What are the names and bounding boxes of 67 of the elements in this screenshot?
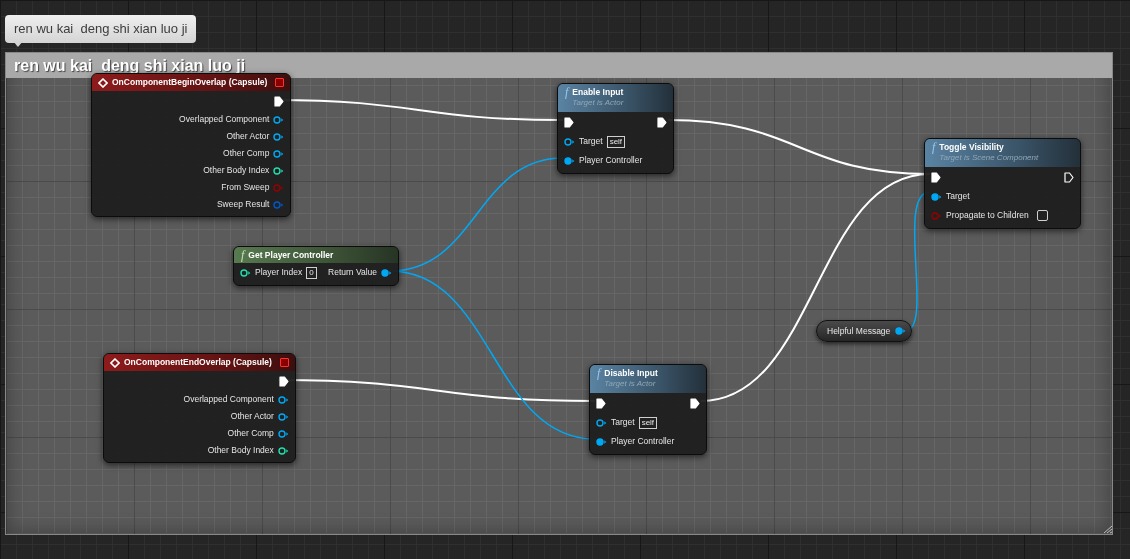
exec-pin-icon[interactable] (690, 397, 700, 409)
exec-pin-icon[interactable] (278, 375, 289, 387)
function-icon: f (597, 367, 601, 380)
exec-pin-icon[interactable] (657, 116, 667, 128)
pin-icon[interactable] (277, 395, 289, 404)
pin-label: Other Comp (227, 427, 274, 440)
pin-label: Overlapped Component (179, 113, 270, 126)
node-title: OnComponentBeginOverlap (Capsule) (112, 76, 268, 89)
function-icon: f (565, 86, 569, 99)
exec-pin-icon[interactable] (1064, 171, 1074, 183)
node-title: Toggle Visibility (939, 141, 1005, 153)
pin-label: Other Comp (223, 147, 270, 160)
pin-icon[interactable] (596, 437, 607, 446)
blueprint-node[interactable]: OnComponentEndOverlap (Capsule) Overlapped Component Other Actor Other Comp Other Body Index (103, 353, 296, 463)
pin-label: Target (946, 190, 970, 203)
pin-label: Other Body Index (207, 444, 274, 457)
pin-label: From Sweep (221, 181, 270, 194)
pin-icon[interactable] (564, 137, 575, 146)
pin-icon[interactable] (277, 429, 289, 438)
pin-icon[interactable] (273, 115, 285, 124)
pin-label: Other Body Index (203, 164, 270, 177)
pin-icon[interactable] (564, 156, 575, 165)
default-value-field[interactable]: self (638, 416, 658, 429)
pin-icon[interactable] (277, 446, 289, 455)
pin-label: Other Actor (226, 130, 270, 143)
pin-label: Player Index (255, 266, 303, 279)
resize-grip-icon[interactable] (1103, 525, 1113, 534)
pin-icon[interactable] (240, 268, 251, 277)
node-title: OnComponentEndOverlap (Capsule) (124, 356, 272, 369)
pin-icon[interactable] (931, 192, 942, 201)
function-icon: f (241, 248, 245, 262)
checkbox[interactable] (1036, 210, 1048, 221)
event-diamond-icon (98, 77, 108, 88)
pin-label: Player Controller (579, 154, 643, 167)
pin-label: Overlapped Component (183, 393, 274, 406)
node-title: Enable Input (572, 86, 624, 98)
pin-label: Target (579, 135, 603, 148)
pin-icon[interactable] (273, 149, 285, 158)
variable-node[interactable]: Helpful Message (816, 320, 913, 342)
exec-pin-icon[interactable] (596, 397, 606, 409)
pin-label: Target (611, 416, 635, 429)
exec-pin-icon[interactable] (564, 116, 574, 128)
function-icon: f (932, 141, 936, 154)
event-diamond-icon (110, 357, 120, 368)
blueprint-node[interactable]: OnComponentBeginOverlap (Capsule) Overlapped Component Other Actor Other Comp Other Body Index From Sweep Sweep Result (91, 73, 292, 217)
pin-label: Other Actor (230, 410, 274, 423)
pin-icon[interactable] (596, 418, 607, 427)
pin-label: Propagate to Children (946, 209, 1029, 222)
blueprint-node[interactable]: f Get Player Controller Player Index 0 Return Value (233, 246, 399, 286)
delegate-pin-icon[interactable] (279, 358, 289, 367)
pin-icon[interactable] (273, 166, 285, 175)
speech-tail-icon (13, 41, 23, 47)
exec-pin-icon[interactable] (274, 95, 285, 107)
pin-icon[interactable] (273, 132, 285, 141)
delegate-pin-icon[interactable] (275, 78, 285, 87)
pin-label: Return Value (328, 266, 377, 279)
exec-pin-icon[interactable] (931, 171, 941, 183)
node-title: Disable Input (604, 367, 658, 379)
default-value-field[interactable]: self (606, 135, 626, 148)
pin-label: Player Controller (611, 435, 675, 448)
pin-icon[interactable] (381, 268, 392, 277)
pin-icon[interactable] (895, 327, 907, 335)
pin-icon[interactable] (277, 412, 289, 421)
comment-bubble: ren wu kai deng shi xian luo ji (5, 15, 197, 43)
default-value-field[interactable]: 0 (306, 266, 317, 279)
node-title: Get Player Controller (248, 248, 334, 262)
pin-label: Sweep Result (216, 198, 270, 211)
